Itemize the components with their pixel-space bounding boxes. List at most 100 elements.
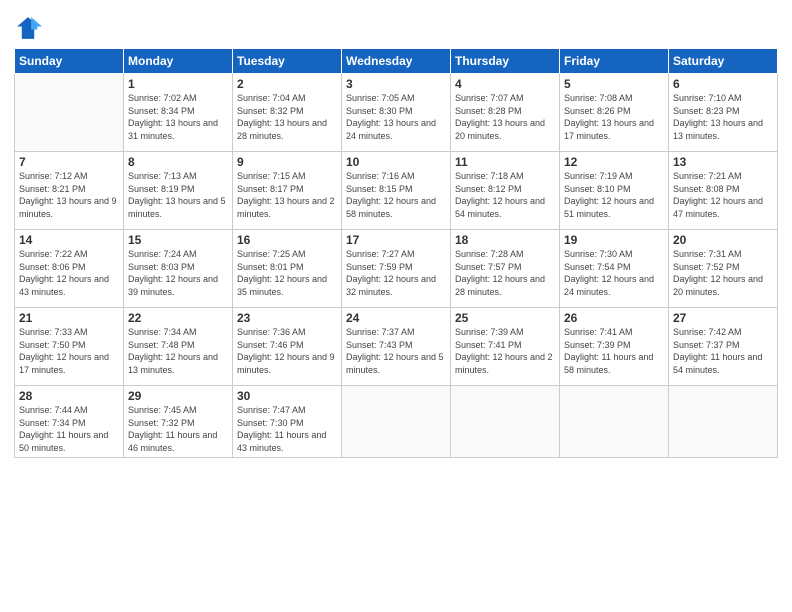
calendar-cell: 16Sunrise: 7:25 AMSunset: 8:01 PMDayligh… [233,230,342,308]
col-sunday: Sunday [15,49,124,74]
day-info: Sunrise: 7:42 AMSunset: 7:37 PMDaylight:… [673,326,773,376]
col-friday: Friday [560,49,669,74]
calendar-week-row: 28Sunrise: 7:44 AMSunset: 7:34 PMDayligh… [15,386,778,458]
day-number: 6 [673,77,773,91]
day-number: 25 [455,311,555,325]
day-number: 26 [564,311,664,325]
day-info: Sunrise: 7:36 AMSunset: 7:46 PMDaylight:… [237,326,337,376]
day-number: 23 [237,311,337,325]
day-number: 16 [237,233,337,247]
day-number: 10 [346,155,446,169]
day-number: 13 [673,155,773,169]
day-number: 3 [346,77,446,91]
calendar-cell: 23Sunrise: 7:36 AMSunset: 7:46 PMDayligh… [233,308,342,386]
calendar-cell: 25Sunrise: 7:39 AMSunset: 7:41 PMDayligh… [451,308,560,386]
day-number: 8 [128,155,228,169]
day-info: Sunrise: 7:44 AMSunset: 7:34 PMDaylight:… [19,404,119,454]
day-number: 20 [673,233,773,247]
calendar-cell: 10Sunrise: 7:16 AMSunset: 8:15 PMDayligh… [342,152,451,230]
calendar-cell: 5Sunrise: 7:08 AMSunset: 8:26 PMDaylight… [560,74,669,152]
day-info: Sunrise: 7:30 AMSunset: 7:54 PMDaylight:… [564,248,664,298]
day-number: 28 [19,389,119,403]
calendar-week-row: 7Sunrise: 7:12 AMSunset: 8:21 PMDaylight… [15,152,778,230]
page-header [14,10,778,42]
day-number: 29 [128,389,228,403]
calendar-cell [560,386,669,458]
day-info: Sunrise: 7:16 AMSunset: 8:15 PMDaylight:… [346,170,446,220]
calendar-cell: 13Sunrise: 7:21 AMSunset: 8:08 PMDayligh… [669,152,778,230]
day-info: Sunrise: 7:10 AMSunset: 8:23 PMDaylight:… [673,92,773,142]
day-number: 11 [455,155,555,169]
day-info: Sunrise: 7:37 AMSunset: 7:43 PMDaylight:… [346,326,446,376]
day-number: 15 [128,233,228,247]
day-number: 30 [237,389,337,403]
day-info: Sunrise: 7:12 AMSunset: 8:21 PMDaylight:… [19,170,119,220]
calendar-week-row: 1Sunrise: 7:02 AMSunset: 8:34 PMDaylight… [15,74,778,152]
logo-icon [14,14,42,42]
calendar-cell: 2Sunrise: 7:04 AMSunset: 8:32 PMDaylight… [233,74,342,152]
day-number: 24 [346,311,446,325]
day-info: Sunrise: 7:22 AMSunset: 8:06 PMDaylight:… [19,248,119,298]
day-number: 9 [237,155,337,169]
calendar-cell: 24Sunrise: 7:37 AMSunset: 7:43 PMDayligh… [342,308,451,386]
calendar-cell: 9Sunrise: 7:15 AMSunset: 8:17 PMDaylight… [233,152,342,230]
calendar-cell [669,386,778,458]
day-info: Sunrise: 7:34 AMSunset: 7:48 PMDaylight:… [128,326,228,376]
calendar-cell: 30Sunrise: 7:47 AMSunset: 7:30 PMDayligh… [233,386,342,458]
calendar-cell: 14Sunrise: 7:22 AMSunset: 8:06 PMDayligh… [15,230,124,308]
day-number: 19 [564,233,664,247]
day-number: 21 [19,311,119,325]
day-info: Sunrise: 7:13 AMSunset: 8:19 PMDaylight:… [128,170,228,220]
day-info: Sunrise: 7:15 AMSunset: 8:17 PMDaylight:… [237,170,337,220]
day-info: Sunrise: 7:25 AMSunset: 8:01 PMDaylight:… [237,248,337,298]
calendar-week-row: 14Sunrise: 7:22 AMSunset: 8:06 PMDayligh… [15,230,778,308]
calendar-cell: 12Sunrise: 7:19 AMSunset: 8:10 PMDayligh… [560,152,669,230]
day-info: Sunrise: 7:02 AMSunset: 8:34 PMDaylight:… [128,92,228,142]
calendar-cell: 29Sunrise: 7:45 AMSunset: 7:32 PMDayligh… [124,386,233,458]
calendar-cell: 28Sunrise: 7:44 AMSunset: 7:34 PMDayligh… [15,386,124,458]
col-saturday: Saturday [669,49,778,74]
calendar-cell: 27Sunrise: 7:42 AMSunset: 7:37 PMDayligh… [669,308,778,386]
day-number: 27 [673,311,773,325]
day-info: Sunrise: 7:39 AMSunset: 7:41 PMDaylight:… [455,326,555,376]
col-tuesday: Tuesday [233,49,342,74]
calendar-cell: 7Sunrise: 7:12 AMSunset: 8:21 PMDaylight… [15,152,124,230]
calendar-cell [15,74,124,152]
calendar-header-row: Sunday Monday Tuesday Wednesday Thursday… [15,49,778,74]
col-thursday: Thursday [451,49,560,74]
calendar-cell: 15Sunrise: 7:24 AMSunset: 8:03 PMDayligh… [124,230,233,308]
calendar-cell: 1Sunrise: 7:02 AMSunset: 8:34 PMDaylight… [124,74,233,152]
calendar-cell: 21Sunrise: 7:33 AMSunset: 7:50 PMDayligh… [15,308,124,386]
day-number: 22 [128,311,228,325]
day-info: Sunrise: 7:45 AMSunset: 7:32 PMDaylight:… [128,404,228,454]
day-number: 14 [19,233,119,247]
day-number: 5 [564,77,664,91]
day-info: Sunrise: 7:08 AMSunset: 8:26 PMDaylight:… [564,92,664,142]
calendar-cell [342,386,451,458]
calendar-cell: 4Sunrise: 7:07 AMSunset: 8:28 PMDaylight… [451,74,560,152]
day-info: Sunrise: 7:33 AMSunset: 7:50 PMDaylight:… [19,326,119,376]
day-info: Sunrise: 7:47 AMSunset: 7:30 PMDaylight:… [237,404,337,454]
day-info: Sunrise: 7:05 AMSunset: 8:30 PMDaylight:… [346,92,446,142]
calendar-cell: 17Sunrise: 7:27 AMSunset: 7:59 PMDayligh… [342,230,451,308]
day-number: 1 [128,77,228,91]
calendar-cell: 19Sunrise: 7:30 AMSunset: 7:54 PMDayligh… [560,230,669,308]
day-info: Sunrise: 7:27 AMSunset: 7:59 PMDaylight:… [346,248,446,298]
day-info: Sunrise: 7:07 AMSunset: 8:28 PMDaylight:… [455,92,555,142]
day-info: Sunrise: 7:04 AMSunset: 8:32 PMDaylight:… [237,92,337,142]
day-info: Sunrise: 7:31 AMSunset: 7:52 PMDaylight:… [673,248,773,298]
day-number: 2 [237,77,337,91]
day-number: 4 [455,77,555,91]
day-number: 17 [346,233,446,247]
calendar-cell: 8Sunrise: 7:13 AMSunset: 8:19 PMDaylight… [124,152,233,230]
col-monday: Monday [124,49,233,74]
day-info: Sunrise: 7:19 AMSunset: 8:10 PMDaylight:… [564,170,664,220]
calendar-cell: 6Sunrise: 7:10 AMSunset: 8:23 PMDaylight… [669,74,778,152]
calendar-cell: 18Sunrise: 7:28 AMSunset: 7:57 PMDayligh… [451,230,560,308]
day-info: Sunrise: 7:28 AMSunset: 7:57 PMDaylight:… [455,248,555,298]
day-number: 7 [19,155,119,169]
calendar-cell: 3Sunrise: 7:05 AMSunset: 8:30 PMDaylight… [342,74,451,152]
calendar-cell [451,386,560,458]
day-number: 12 [564,155,664,169]
calendar-week-row: 21Sunrise: 7:33 AMSunset: 7:50 PMDayligh… [15,308,778,386]
